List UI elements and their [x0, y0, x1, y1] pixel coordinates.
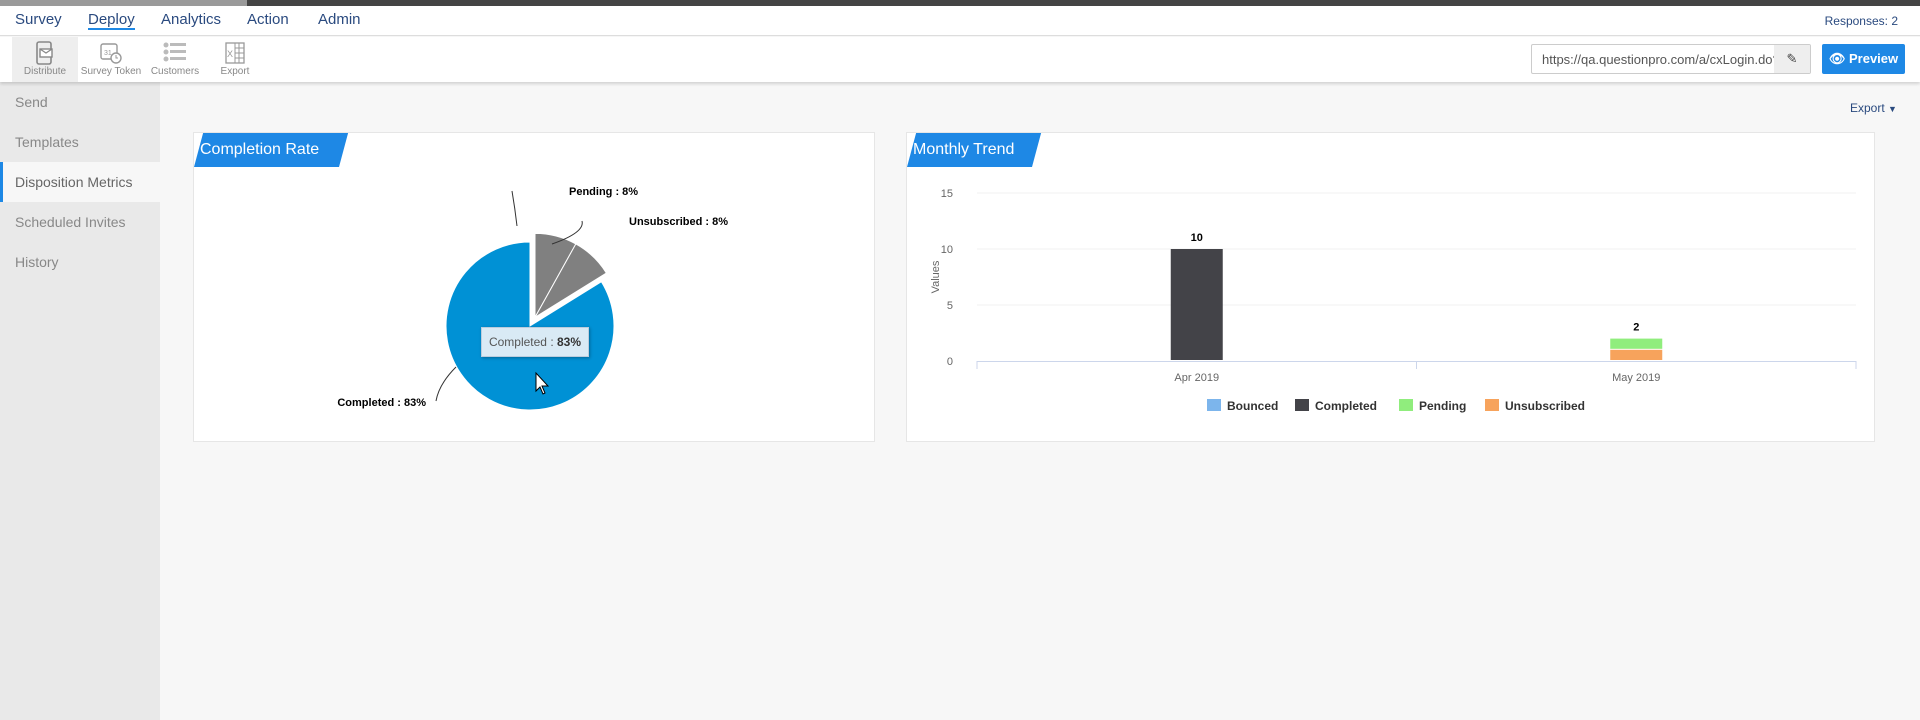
- monthly-trend-bar-chart: 0 5 10 15 Values Apr 2019 10 May 2019 2 Bounced Co…: [930, 188, 1857, 413]
- mobile-mail-icon: [36, 41, 53, 65]
- tool-distribute[interactable]: Distribute: [12, 37, 78, 82]
- legend-swatch: [1295, 399, 1309, 411]
- export-label: Export: [1850, 101, 1885, 115]
- pie-tooltip: Completed : 83%: [481, 327, 589, 357]
- legend-swatch: [1207, 399, 1221, 411]
- tool-label: Survey Token: [80, 66, 142, 77]
- card-title: Monthly Trend: [907, 133, 1032, 167]
- tool-label: Export: [220, 66, 250, 77]
- bar-pending[interactable]: [1610, 338, 1663, 349]
- monthly-trend-card: Monthly Trend 0 5 10 15 Values Apr 2019 10 May …: [906, 132, 1875, 442]
- svg-text:X: X: [227, 49, 233, 59]
- main-nav: Survey Deploy Analytics Action Admin Res…: [0, 6, 1920, 36]
- export-dropdown[interactable]: Export ▼: [1850, 101, 1897, 115]
- user-list-icon: [163, 42, 186, 62]
- bar-unsubscribed[interactable]: [1610, 349, 1663, 360]
- legend-swatch: [1399, 399, 1413, 411]
- y-tick-label: 15: [941, 188, 953, 200]
- nav-admin[interactable]: Admin: [318, 11, 361, 28]
- legend-item-completed[interactable]: Completed: [1315, 399, 1377, 413]
- tool-label: Customers: [150, 66, 200, 77]
- bar-total-label: 2: [1633, 322, 1639, 334]
- tool-customers[interactable]: Customers: [142, 37, 208, 82]
- sidebar-item-scheduled-invites[interactable]: Scheduled Invites: [0, 202, 160, 242]
- pie-connector: [511, 190, 518, 227]
- legend-item-unsubscribed[interactable]: Unsubscribed: [1505, 399, 1585, 413]
- pie-data-label: Completed : 83%: [337, 397, 426, 409]
- completion-rate-card: Completion Rate Pending : 8% Unsubscribed…: [193, 132, 875, 442]
- nav-analytics[interactable]: Analytics: [161, 11, 221, 28]
- sidebar-item-history[interactable]: History: [0, 242, 160, 282]
- calendar-clock-icon: 31: [100, 43, 122, 64]
- responses-count: Responses: 2: [1824, 14, 1898, 28]
- caret-down-icon: ▼: [1888, 104, 1897, 114]
- excel-icon: X: [225, 42, 245, 64]
- legend-item-pending[interactable]: Pending: [1419, 399, 1466, 413]
- preview-label: Preview: [1848, 51, 1899, 66]
- eye-icon: 👁: [1828, 51, 1846, 66]
- y-tick-label: 10: [941, 244, 953, 256]
- nav-survey[interactable]: Survey: [15, 11, 62, 28]
- sidebar-item-disposition-metrics[interactable]: Disposition Metrics: [0, 162, 160, 202]
- nav-action[interactable]: Action: [247, 11, 289, 28]
- pencil-icon[interactable]: ✎: [1774, 45, 1810, 73]
- pie-data-label: Pending : 8%: [569, 186, 638, 198]
- pie-data-label: Unsubscribed : 8%: [629, 216, 728, 228]
- y-tick-label: 5: [947, 300, 953, 312]
- url-text: https://qa.questionpro.com/a/cxLogin.do?…: [1542, 52, 1783, 67]
- nav-deploy[interactable]: Deploy: [88, 11, 135, 30]
- bar-completed[interactable]: [1170, 249, 1223, 360]
- tool-export[interactable]: X Export: [202, 37, 268, 82]
- card-title: Completion Rate: [194, 133, 339, 167]
- x-tick-label: May 2019: [1612, 372, 1660, 384]
- pie-connector: [435, 366, 457, 402]
- y-axis-label: Values: [930, 260, 942, 293]
- toolbar: Distribute 31 Survey Token Customers X E…: [0, 37, 1920, 82]
- tool-survey-token[interactable]: 31 Survey Token: [78, 37, 144, 82]
- legend-item-bounced[interactable]: Bounced: [1227, 399, 1278, 413]
- preview-button[interactable]: 👁 Preview: [1822, 44, 1905, 74]
- y-tick-label: 0: [947, 356, 953, 368]
- sidebar-item-send[interactable]: Send: [0, 82, 160, 122]
- completion-pie-chart: Pending : 8% Unsubscribed : 8% Completed :…: [337, 186, 728, 411]
- tool-label: Distribute: [23, 66, 67, 77]
- sidebar-item-templates[interactable]: Templates: [0, 122, 160, 162]
- survey-url-field[interactable]: https://qa.questionpro.com/a/cxLogin.do?…: [1531, 44, 1811, 74]
- bar-total-label: 10: [1191, 232, 1203, 244]
- legend-swatch: [1485, 399, 1499, 411]
- x-tick-label: Apr 2019: [1174, 372, 1219, 384]
- sidebar: Send Templates Disposition Metrics Sched…: [0, 82, 160, 720]
